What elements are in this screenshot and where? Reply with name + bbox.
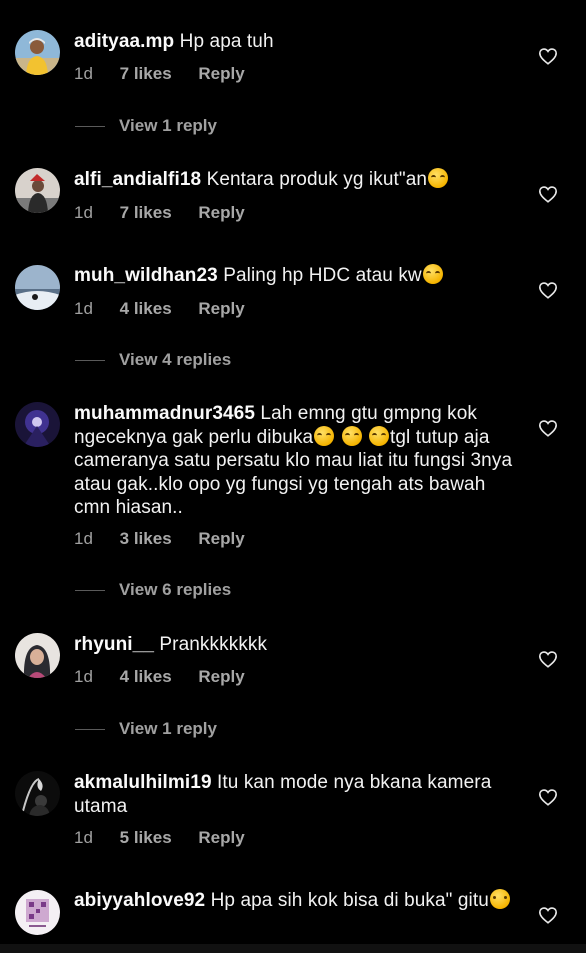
view-replies-label: View 1 reply bbox=[119, 719, 217, 738]
comment-username[interactable]: muh_wildhan23 bbox=[74, 265, 218, 286]
comment-time: 1d bbox=[74, 299, 93, 318]
likes-count[interactable]: 4 likes bbox=[120, 299, 172, 318]
avatar[interactable] bbox=[15, 633, 60, 678]
heart-icon[interactable] bbox=[538, 419, 558, 437]
heart-icon[interactable] bbox=[538, 47, 558, 65]
heart-icon[interactable] bbox=[538, 906, 558, 924]
view-replies-label: View 1 reply bbox=[119, 116, 217, 135]
reply-button[interactable]: Reply bbox=[198, 828, 244, 847]
reply-button[interactable]: Reply bbox=[198, 203, 244, 222]
comment-time: 1d bbox=[74, 667, 93, 686]
avatar[interactable] bbox=[15, 168, 60, 213]
avatar[interactable] bbox=[15, 771, 60, 816]
likes-count[interactable]: 3 likes bbox=[120, 529, 172, 548]
comment-text: muh_wildhan23 Paling hp HDC atau kw bbox=[74, 264, 514, 288]
comment-meta: 1d 7 likes Reply bbox=[74, 203, 267, 223]
rolling-laughing-emoji bbox=[314, 425, 335, 446]
view-replies-button[interactable]: View 1 reply bbox=[75, 116, 217, 136]
comment-text: alfi_andialfi18 Kentara produk yg ikut"a… bbox=[74, 168, 514, 192]
rolling-laughing-emoji bbox=[341, 425, 362, 446]
view-replies-button[interactable]: View 1 reply bbox=[75, 719, 217, 739]
avatar[interactable] bbox=[15, 402, 60, 447]
comment-time: 1d bbox=[74, 828, 93, 847]
reply-button[interactable]: Reply bbox=[198, 529, 244, 548]
rolling-laughing-emoji bbox=[369, 425, 389, 446]
comment-body: Hp apa sih kok bisa di buka" gitu bbox=[210, 890, 489, 911]
comment-body: Hp apa tuh bbox=[179, 31, 274, 52]
heart-icon[interactable] bbox=[538, 281, 558, 299]
divider-line bbox=[75, 728, 105, 730]
thinking-emoji bbox=[489, 889, 510, 909]
comment-time: 1d bbox=[74, 64, 93, 83]
comment-time: 1d bbox=[74, 203, 93, 222]
comment-meta: 1d 5 likes Reply bbox=[74, 828, 267, 848]
heart-icon[interactable] bbox=[538, 185, 558, 203]
comment-text: muhammadnur3465 Lah emng gtu gmpng kok n… bbox=[74, 402, 514, 520]
likes-count[interactable]: 5 likes bbox=[120, 828, 172, 847]
view-replies-button[interactable]: View 4 replies bbox=[75, 350, 231, 370]
avatar[interactable] bbox=[15, 890, 60, 935]
comment-text: rhyuni__ Prankkkkkkk bbox=[74, 633, 514, 657]
bottom-edge bbox=[0, 944, 586, 953]
view-replies-button[interactable]: View 6 replies bbox=[75, 580, 231, 600]
avatar[interactable] bbox=[15, 265, 60, 310]
laughing-crying-emoji bbox=[422, 264, 443, 284]
comment-time: 1d bbox=[74, 529, 93, 548]
heart-icon[interactable] bbox=[538, 650, 558, 668]
comment-username[interactable]: akmalulhilmi19 bbox=[74, 772, 212, 793]
likes-count[interactable]: 7 likes bbox=[120, 64, 172, 83]
comment-meta: 1d 3 likes Reply bbox=[74, 529, 267, 549]
comment-text: adityaa.mp Hp apa tuh bbox=[74, 30, 514, 54]
comment-username[interactable]: abiyyahlove92 bbox=[74, 890, 205, 911]
comment-username[interactable]: adityaa.mp bbox=[74, 31, 174, 52]
comment-body: Prankkkkkkk bbox=[159, 634, 268, 655]
view-replies-label: View 4 replies bbox=[119, 350, 232, 369]
divider-line bbox=[75, 359, 105, 361]
comment-meta: 1d 7 likes Reply bbox=[74, 64, 267, 84]
divider-line bbox=[75, 589, 105, 591]
comment-text: abiyyahlove92 Hp apa sih kok bisa di buk… bbox=[74, 889, 514, 913]
comment-text: akmalulhilmi19 Itu kan mode nya bkana ka… bbox=[74, 771, 514, 818]
likes-count[interactable]: 7 likes bbox=[120, 203, 172, 222]
comment-username[interactable]: rhyuni__ bbox=[74, 634, 154, 655]
comment-body: Kentara produk yg ikut"an bbox=[206, 169, 428, 190]
avatar[interactable] bbox=[15, 30, 60, 75]
likes-count[interactable]: 4 likes bbox=[120, 667, 172, 686]
comment-body: Paling hp HDC atau kw bbox=[223, 265, 422, 286]
heart-icon[interactable] bbox=[538, 788, 558, 806]
comment-username[interactable]: alfi_andialfi18 bbox=[74, 169, 201, 190]
laughing-crying-emoji bbox=[428, 168, 449, 188]
reply-button[interactable]: Reply bbox=[198, 299, 244, 318]
comments-screen: adityaa.mp Hp apa tuh 1d 7 likes Reply V… bbox=[0, 0, 586, 953]
reply-button[interactable]: Reply bbox=[198, 667, 244, 686]
comment-username[interactable]: muhammadnur3465 bbox=[74, 403, 255, 424]
comment-meta: 1d 4 likes Reply bbox=[74, 667, 267, 687]
reply-button[interactable]: Reply bbox=[198, 64, 244, 83]
view-replies-label: View 6 replies bbox=[119, 580, 232, 599]
comment-meta: 1d 4 likes Reply bbox=[74, 299, 267, 319]
divider-line bbox=[75, 125, 105, 127]
